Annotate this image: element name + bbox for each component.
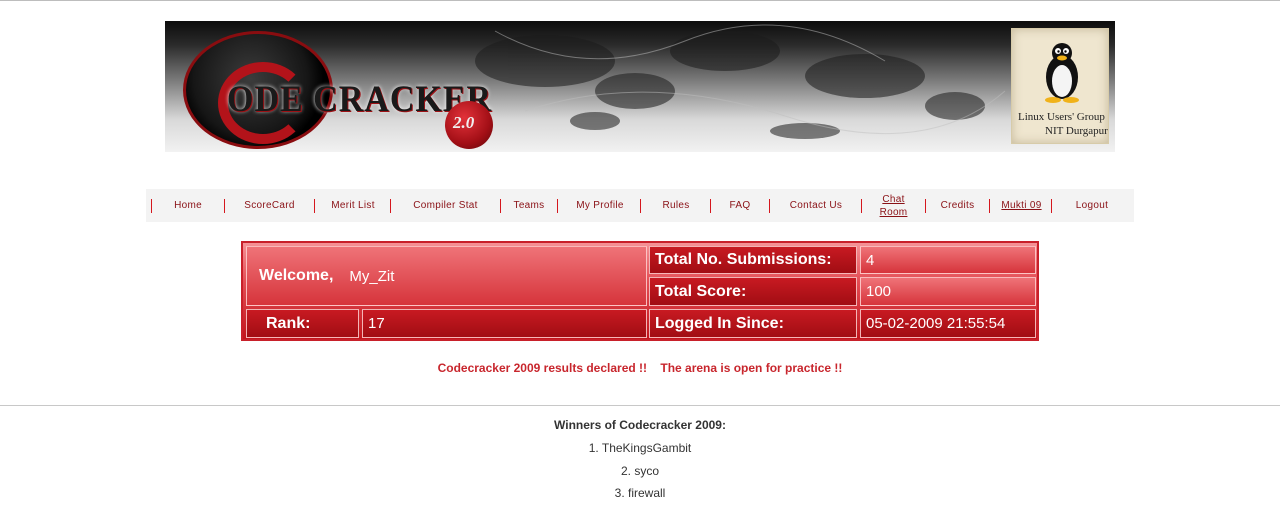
nav-home[interactable]: Home <box>152 189 224 222</box>
score-label: Total Score: <box>655 282 747 300</box>
submissions-value-cell: 4 <box>860 246 1036 274</box>
nav-rules[interactable]: Rules <box>641 189 711 222</box>
logged-label-cell: Logged In Since: <box>649 309 857 338</box>
nav-compiler-stat[interactable]: Compiler Stat <box>391 189 500 222</box>
nav-logout[interactable]: Logout <box>1052 189 1132 222</box>
score-label-cell: Total Score: <box>649 277 857 306</box>
announcement-text: Codecracker 2009 results declared !! The… <box>437 361 843 375</box>
rank-value: 17 <box>368 315 385 332</box>
tux-penguin-icon <box>1045 43 1079 103</box>
winners-title: Winners of Codecracker 2009: <box>554 418 726 432</box>
logged-in-label: Logged In Since: <box>655 314 784 332</box>
nav-mukti-09[interactable]: Mukti 09 <box>990 189 1053 222</box>
submissions-value: 4 <box>866 251 875 269</box>
nav-scorecard[interactable]: ScoreCard <box>225 189 314 222</box>
rank-label-cell: Rank: <box>246 309 359 338</box>
logged-in-value: 05-02-2009 21:55:54 <box>866 315 1006 332</box>
submissions-label-cell: Total No. Submissions: <box>649 246 857 274</box>
version-label: 2.0 <box>453 113 475 132</box>
nav-credits[interactable]: Credits <box>926 189 989 222</box>
username-value: My_Zit <box>349 267 395 285</box>
lug-title: Linux Users' Group <box>1018 111 1105 123</box>
lug-subtitle: NIT Durgapur <box>1045 125 1108 137</box>
submissions-label: Total No. Submissions: <box>655 251 832 268</box>
nav-my-profile[interactable]: My Profile <box>558 189 642 222</box>
nav-merit-list[interactable]: Merit List <box>315 189 391 222</box>
welcome-cell: Welcome, My_Zit <box>246 246 647 306</box>
welcome-label: Welcome, <box>259 267 334 284</box>
rank-value-cell: 17 <box>362 309 647 338</box>
logged-value-cell: 05-02-2009 21:55:54 <box>860 309 1036 338</box>
top-divider <box>0 0 1280 1</box>
score-value-cell: 100 <box>860 277 1036 306</box>
winner-item: 3. firewall <box>614 486 666 500</box>
user-info-table: Welcome, My_Zit Total No. Submissions: 4… <box>241 241 1039 341</box>
rank-label: Rank: <box>266 314 311 332</box>
main-nav: Home ScoreCard Merit List Compiler Stat … <box>146 189 1134 222</box>
lug-logo: Linux Users' Group NIT Durgapur <box>1011 28 1109 144</box>
winner-item: 1. TheKingsGambit <box>588 441 692 455</box>
nav-contact-us[interactable]: Contact Us <box>770 189 862 222</box>
nav-teams[interactable]: Teams <box>501 189 557 222</box>
nav-chat-room[interactable]: Chat Room <box>862 189 925 222</box>
winner-item: 2. syco <box>620 464 659 478</box>
score-value: 100 <box>866 283 892 300</box>
nav-faq[interactable]: FAQ <box>711 189 769 222</box>
site-banner: ODE CRACKER 2.0 Linux Users' Group NIT D… <box>165 21 1115 152</box>
section-divider <box>0 405 1280 406</box>
